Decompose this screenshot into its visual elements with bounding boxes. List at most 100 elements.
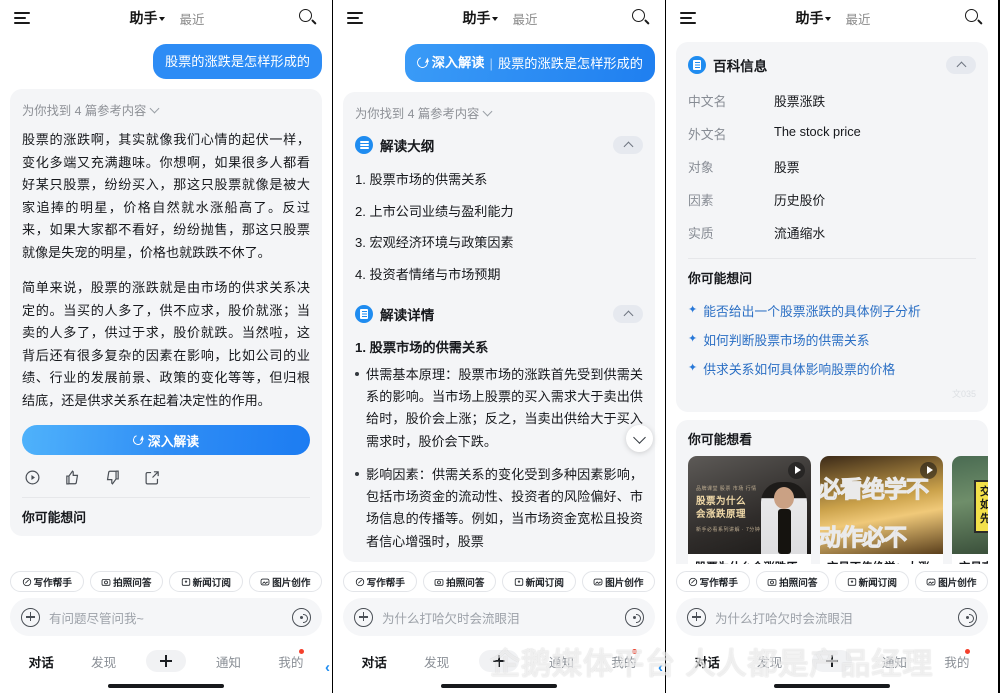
chip-writing-helper[interactable]: 写作帮手 xyxy=(343,571,417,592)
assistant-title[interactable]: 助手 xyxy=(795,8,832,28)
panel3-scroll-body[interactable]: 百科信息 中文名 股票涨跌 外文名 The stock price 对象 股票 … xyxy=(666,36,998,564)
share-icon[interactable] xyxy=(144,469,161,486)
deep-read-button[interactable]: 深入解读 xyxy=(22,425,310,456)
collapse-detail-button[interactable] xyxy=(613,304,643,323)
outline-item[interactable]: 4. 投资者情绪与市场预期 xyxy=(355,259,643,291)
hamburger-icon[interactable] xyxy=(347,12,369,24)
message-input-bar[interactable]: 有问题尽管问我~ xyxy=(10,598,322,636)
video-card[interactable]: 必看绝学不 动作必不 交易不传绝学：大涨之前必然会出… 繁花识道 xyxy=(820,455,943,564)
user-message-text: 股票的涨跌是怎样形成的 xyxy=(497,56,643,72)
play-icon[interactable] xyxy=(24,469,41,486)
outline-item[interactable]: 1. 股票市场的供需关系 xyxy=(355,164,643,196)
tab-notification[interactable]: 通知 xyxy=(863,652,925,671)
hamburger-icon[interactable] xyxy=(14,12,36,24)
deep-read-label: 深入解读 xyxy=(147,433,200,449)
chip-photo-qa[interactable]: 拍照问答 xyxy=(89,571,163,592)
tab-discover[interactable]: 发现 xyxy=(405,652,467,671)
tab-recent[interactable]: 最近 xyxy=(845,9,870,28)
answer-actions xyxy=(22,465,310,499)
add-attachment-icon[interactable] xyxy=(21,607,40,627)
you-may-watch-title: 你可能想看 xyxy=(688,431,752,447)
suggestion-item[interactable]: ✦ 供求关系如何具体影响股票的价格 xyxy=(688,355,976,384)
outline-item[interactable]: 3. 宏观经济环境与政策因素 xyxy=(355,227,643,259)
assistant-title[interactable]: 助手 xyxy=(129,8,166,28)
tab-create[interactable] xyxy=(468,650,530,672)
thumbs-up-icon[interactable] xyxy=(64,469,81,486)
voice-input-icon[interactable] xyxy=(292,607,311,627)
thumbs-down-icon[interactable] xyxy=(104,469,121,486)
chip-news-subscribe[interactable]: 新闻订阅 xyxy=(835,571,909,592)
plus-icon[interactable] xyxy=(146,650,187,672)
image-icon xyxy=(593,577,603,587)
chip-label: 写作帮手 xyxy=(699,577,738,589)
search-icon[interactable] xyxy=(298,8,318,28)
play-icon[interactable] xyxy=(788,461,805,479)
chip-image-create[interactable]: 图片创作 xyxy=(248,571,322,592)
search-icon[interactable] xyxy=(631,8,651,28)
chip-writing-helper[interactable]: 写作帮手 xyxy=(10,571,84,592)
video-meta: 交易不传绝学：大涨之前必然会出… 繁花识道 xyxy=(820,554,943,564)
chevron-down-icon xyxy=(159,17,166,21)
tab-mine[interactable]: 我的 xyxy=(926,648,988,671)
tab-create[interactable] xyxy=(135,650,197,672)
video-list[interactable]: 品牌课堂 股票 市场 行情 股票为什么 会涨跌原理 新手必看系列讲解 · 7分钟 … xyxy=(688,455,988,564)
header-center: 助手 最近 xyxy=(369,8,631,28)
bullet-dot xyxy=(355,471,359,476)
video-card[interactable]: 品牌课堂 股票 市场 行情 股票为什么 会涨跌原理 新手必看系列讲解 · 7分钟 … xyxy=(688,455,811,564)
camera-icon xyxy=(767,577,777,587)
suggestion-item[interactable]: ✦ 如何判断股票市场的供需关系 xyxy=(688,326,976,355)
hamburger-icon[interactable] xyxy=(680,12,702,24)
chip-photo-qa[interactable]: 拍照问答 xyxy=(755,571,829,592)
chevron-down-icon xyxy=(825,17,832,21)
tab-mine[interactable]: 我的 xyxy=(593,648,655,671)
collapse-outline-button[interactable] xyxy=(613,136,643,155)
message-input-bar[interactable]: 为什么打哈欠时会流眼泪 xyxy=(343,598,655,636)
assistant-title[interactable]: 助手 xyxy=(462,8,499,28)
chip-image-create[interactable]: 图片创作 xyxy=(914,571,988,592)
add-attachment-icon[interactable] xyxy=(687,607,706,627)
chip-photo-qa[interactable]: 拍照问答 xyxy=(422,571,496,592)
play-icon[interactable] xyxy=(920,461,937,479)
chip-news-subscribe[interactable]: 新闻订阅 xyxy=(502,571,576,592)
add-attachment-icon[interactable] xyxy=(354,607,373,627)
suggestion-item[interactable]: ✦ 能否给出一个股票涨跌的具体例子分析 xyxy=(688,297,976,326)
panel-answer: 助手 最近 股票的涨跌是怎样形成的 为你找到 4 篇参考内容 股票的涨跌啊，其实… xyxy=(0,0,333,693)
panel2-scroll-body[interactable]: 深入解读 | 股票的涨跌是怎样形成的 为你找到 4 篇参考内容 解读大纲 1. 股… xyxy=(333,36,665,564)
tab-notification[interactable]: 通知 xyxy=(197,652,259,671)
plus-icon[interactable] xyxy=(479,650,520,672)
scroll-to-bottom-button[interactable] xyxy=(626,425,653,452)
chip-image-create[interactable]: 图片创作 xyxy=(581,571,655,592)
back-chevron-icon[interactable]: ‹ xyxy=(325,659,330,676)
tab-conversation[interactable]: 对话 xyxy=(343,652,405,671)
voice-input-icon[interactable] xyxy=(625,607,644,627)
message-input-placeholder[interactable]: 为什么打哈欠时会流眼泪 xyxy=(715,608,949,627)
row-value: 股票涨跌 xyxy=(774,94,826,109)
tab-discover[interactable]: 发现 xyxy=(738,652,800,671)
panel1-scroll-body[interactable]: 股票的涨跌是怎样形成的 为你找到 4 篇参考内容 股票的涨跌啊，其实就像我们心情… xyxy=(0,36,332,564)
collapse-baike-button[interactable] xyxy=(946,56,976,74)
tab-discover[interactable]: 发现 xyxy=(72,652,134,671)
table-row: 中文名 股票涨跌 xyxy=(688,84,976,117)
video-card[interactable]: 交 易 i 如 何 ᴢ 先 看 跌 交易高手如…先看跌的 边玩边交… xyxy=(952,455,988,564)
chip-writing-helper[interactable]: 写作帮手 xyxy=(676,571,750,592)
plus-icon[interactable] xyxy=(812,650,853,672)
tab-recent[interactable]: 最近 xyxy=(512,9,537,28)
message-input-placeholder[interactable]: 为什么打哈欠时会流眼泪 xyxy=(382,608,616,627)
voice-input-icon[interactable] xyxy=(958,607,977,627)
chip-news-subscribe[interactable]: 新闻订阅 xyxy=(169,571,243,592)
tab-recent[interactable]: 最近 xyxy=(179,9,204,28)
outline-item[interactable]: 2. 上市公司业绩与盈利能力 xyxy=(355,196,643,228)
tab-mine[interactable]: 我的 xyxy=(260,648,322,671)
message-input-bar[interactable]: 为什么打哈欠时会流眼泪 xyxy=(676,598,988,636)
tab-conversation[interactable]: 对话 xyxy=(676,652,738,671)
tab-create[interactable] xyxy=(801,650,863,672)
back-chevron-icon[interactable]: ‹ xyxy=(658,659,663,676)
message-input-placeholder[interactable]: 有问题尽管问我~ xyxy=(49,608,283,627)
search-icon[interactable] xyxy=(964,8,984,28)
reference-toggle[interactable]: 为你找到 4 篇参考内容 xyxy=(22,99,310,129)
assistant-title-label: 助手 xyxy=(129,10,158,26)
recommended-videos-card: 你可能想看 品牌课堂 股票 市场 行情 股票为什么 会涨跌原理 新手必看系列讲解 … xyxy=(676,419,988,564)
reference-toggle[interactable]: 为你找到 4 篇参考内容 xyxy=(355,102,643,132)
tab-notification[interactable]: 通知 xyxy=(530,652,592,671)
tab-conversation[interactable]: 对话 xyxy=(10,652,72,671)
